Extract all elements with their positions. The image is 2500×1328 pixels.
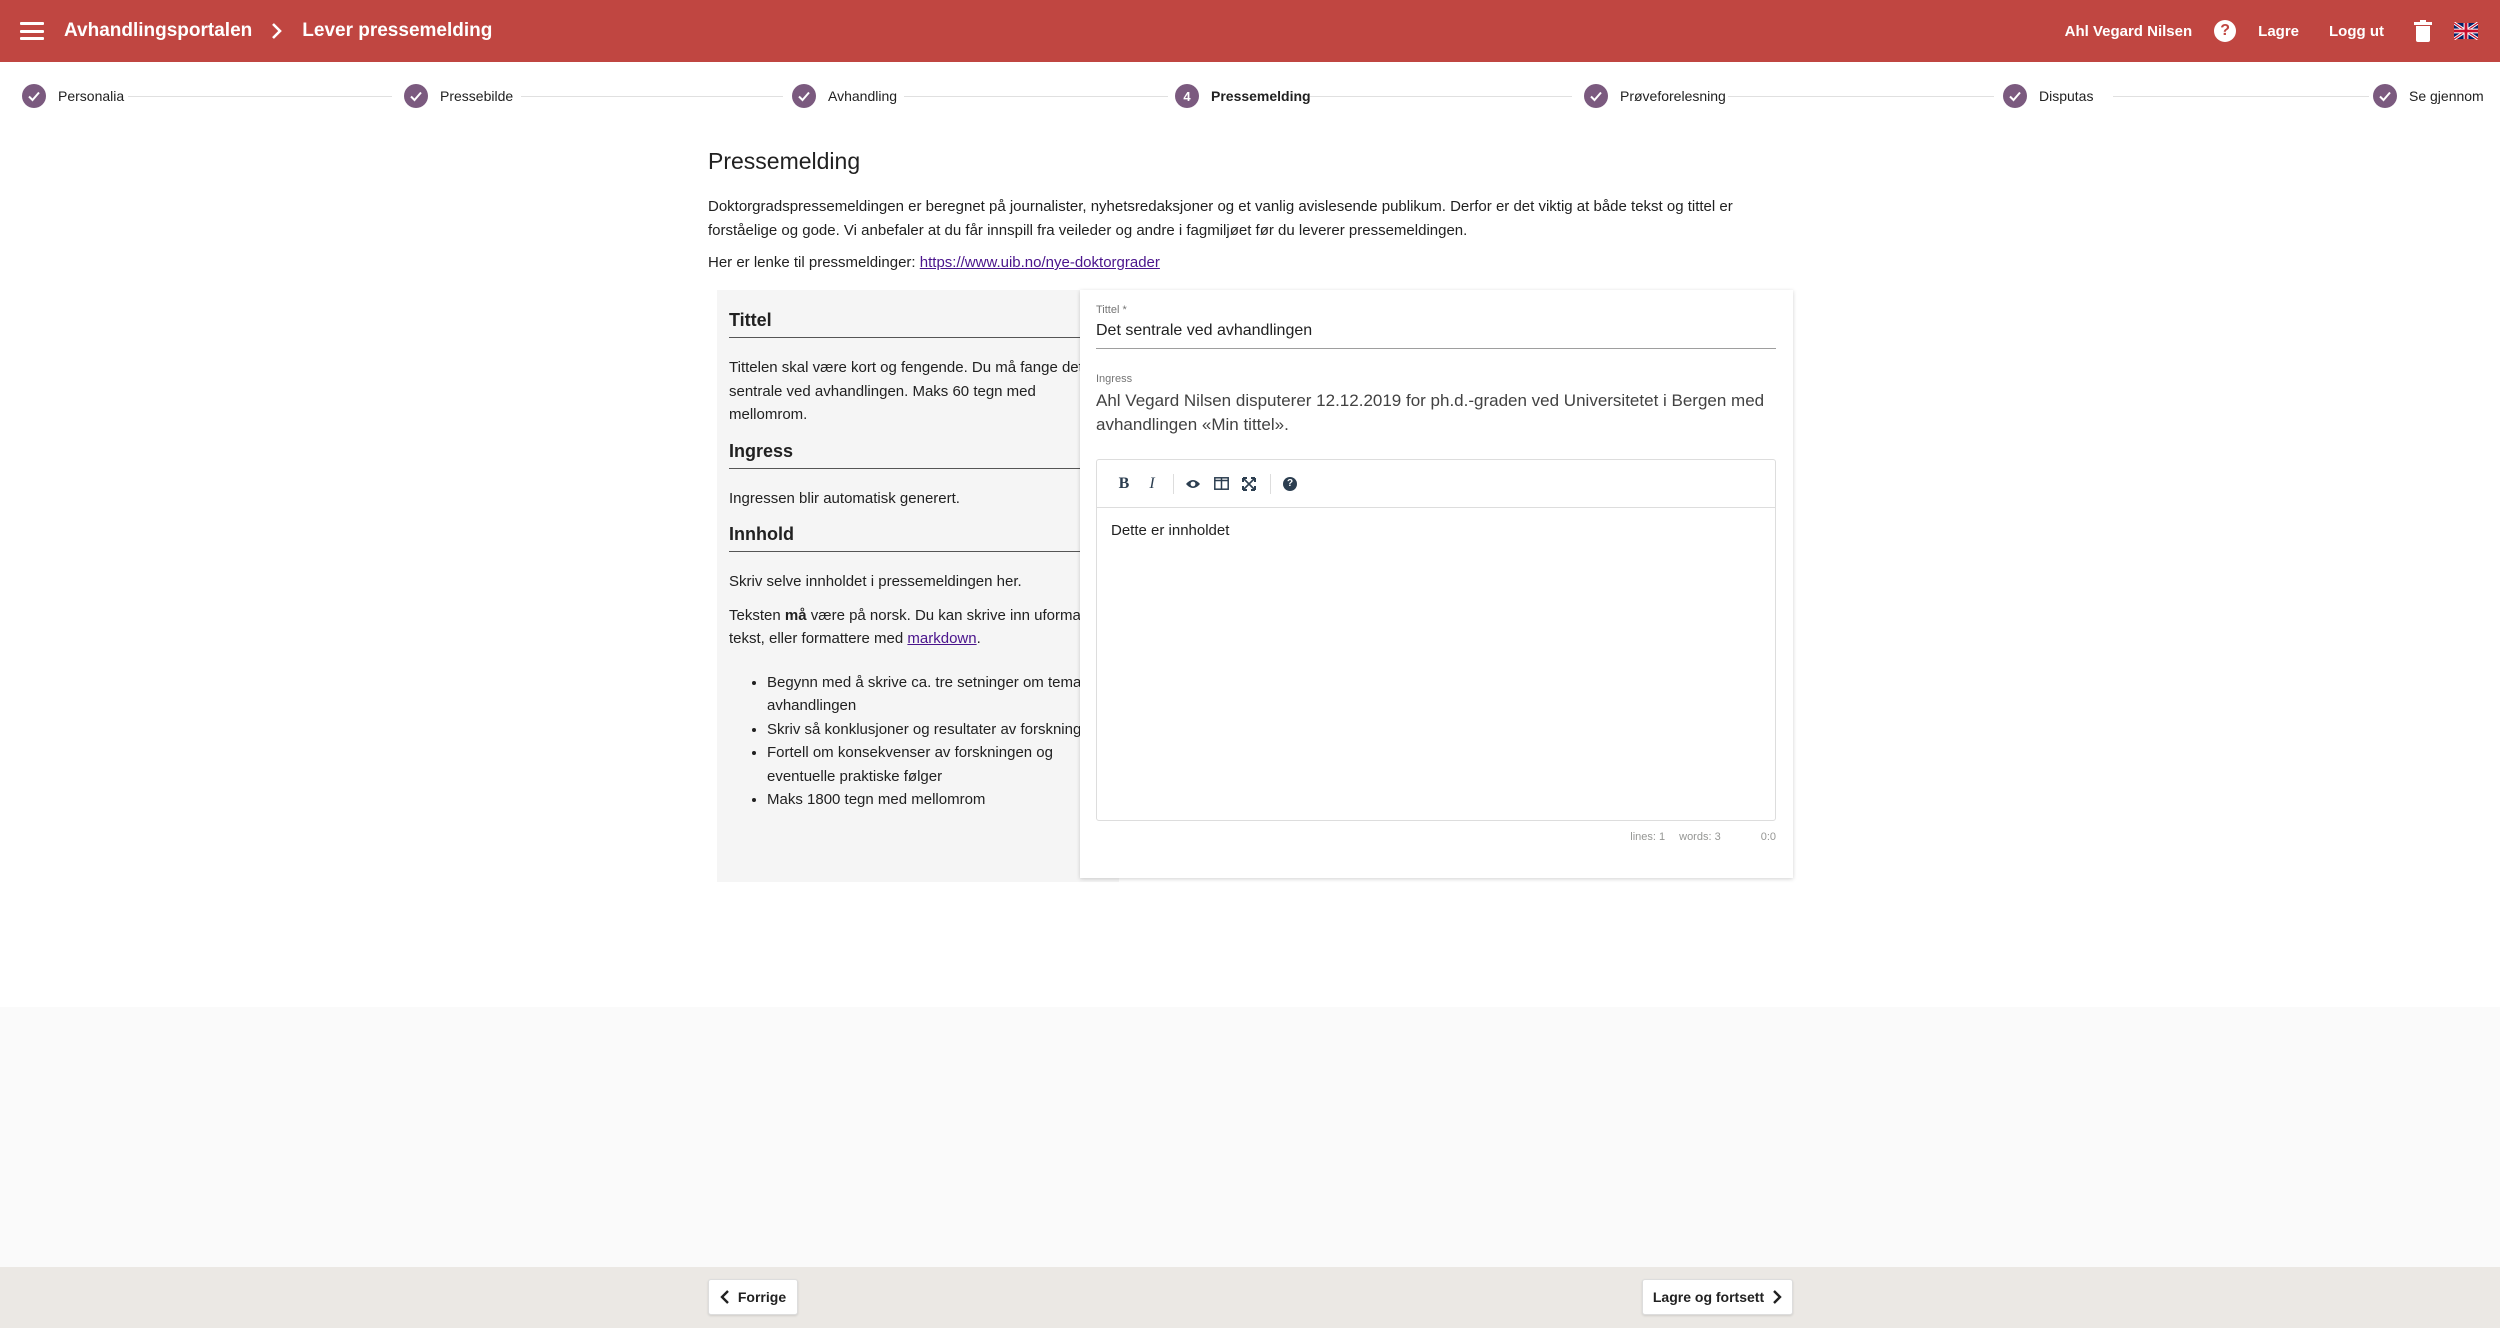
step-proveforelesning[interactable]: Prøveforelesning: [1584, 84, 1726, 108]
app-bar: Avhandlingsportalen Lever pressemelding …: [0, 0, 2500, 62]
step-label: Personalia: [58, 88, 125, 104]
step-label: Pressemelding: [1211, 88, 1311, 104]
italic-button[interactable]: I: [1139, 471, 1165, 497]
step-label: Disputas: [2039, 88, 2094, 104]
bold-button[interactable]: B: [1111, 471, 1137, 497]
lang-end: .: [976, 630, 981, 647]
check-icon: [2373, 84, 2397, 108]
page-background-area: [0, 1007, 2500, 1267]
help-text-ingress: Ingressen blir automatisk generert.: [729, 489, 960, 507]
chevron-right-icon: [1773, 1290, 1782, 1304]
fullscreen-icon: [1242, 476, 1256, 491]
step-connector: [904, 96, 1168, 97]
footer-bar: [0, 1267, 2500, 1328]
step-disputas[interactable]: Disputas: [2003, 84, 2093, 108]
columns-icon: [1213, 477, 1229, 490]
lines-count: lines: 1: [1630, 831, 1666, 843]
title-field-label: Tittel *: [1096, 304, 1127, 316]
link-prefix: Her er lenke til pressmeldinger:: [708, 254, 916, 271]
step-connector: [1728, 96, 1994, 97]
cursor-position: 0:0: [1760, 831, 1776, 843]
save-button[interactable]: Lagre: [2258, 23, 2299, 40]
help-bullet-list: Begynn med å skrive ca. tre setninger om…: [729, 671, 1107, 812]
preview-button[interactable]: [1180, 471, 1206, 497]
fullscreen-button[interactable]: [1236, 471, 1262, 497]
menu-icon[interactable]: [20, 22, 44, 40]
ingress-field-label: Ingress: [1096, 373, 1133, 385]
intro-text: Doktorgradspressemeldingen er beregnet p…: [708, 198, 1733, 239]
press-releases-link[interactable]: https://www.uib.no/nye-doktorgrader: [920, 254, 1160, 271]
list-item: Skriv så konklusjoner og resultater av f…: [767, 718, 1107, 742]
save-and-continue-button[interactable]: Lagre og fortsett: [1642, 1279, 1793, 1315]
eye-icon: [1186, 479, 1200, 488]
chevron-left-icon: [720, 1290, 729, 1304]
toolbar-separator: [1173, 473, 1174, 494]
help-text-language: Teksten må være på norsk. Du kan skrive …: [729, 604, 1107, 651]
editor-toolbar: B I ?: [1097, 460, 1775, 508]
side-by-side-button[interactable]: [1208, 471, 1234, 497]
previous-label: Forrige: [737, 1289, 787, 1305]
chevron-right-icon: [266, 20, 288, 42]
step-avhandling[interactable]: Avhandling: [792, 84, 897, 108]
step-personalia[interactable]: Personalia: [22, 84, 124, 108]
help-text-title: Tittelen skal være kort og fengende. Du …: [729, 359, 1083, 423]
step-label: Se gjennom: [2409, 88, 2484, 104]
words-count: words: 3: [1679, 831, 1721, 843]
page-title: Pressemelding: [708, 148, 861, 174]
lang-bold: må: [784, 606, 807, 624]
breadcrumb-page-name: Lever pressemelding: [302, 20, 493, 41]
title-input[interactable]: [1096, 316, 1776, 349]
list-item: Fortell om konsekvenser av forskningen o…: [767, 741, 1107, 788]
bold-glyph: B: [1118, 474, 1130, 492]
italic-glyph: I: [1149, 474, 1155, 492]
check-icon: [404, 84, 428, 108]
step-connector: [128, 96, 392, 97]
form-panel: Tittel * Ingress Ahl Vegard Nilsen dispu…: [1080, 290, 1793, 878]
help-text-content: Skriv selve innholdet i pressemeldingen …: [729, 573, 1022, 590]
uk-flag-icon[interactable]: [2454, 22, 2478, 40]
user-name: Ahl Vegard Nilsen: [2064, 22, 2193, 40]
check-icon: [792, 84, 816, 108]
lang-pre: Teksten: [729, 606, 785, 624]
check-icon: [2003, 84, 2027, 108]
editor-content[interactable]: Dette er innholdet: [1097, 508, 1775, 553]
ingress-text: Ahl Vegard Nilsen disputerer 12.12.2019 …: [1096, 391, 1765, 434]
logout-button[interactable]: Logg ut: [2329, 23, 2384, 40]
breadcrumb-app-name[interactable]: Avhandlingsportalen: [64, 20, 252, 42]
markdown-editor: B I ? Dette er innholdet: [1096, 459, 1776, 821]
step-se-gjennom[interactable]: Se gjennom: [2373, 84, 2484, 108]
press-release-card: Tittel Tittelen skal være kort og fengen…: [717, 290, 1793, 882]
step-label: Prøveforelesning: [1620, 88, 1726, 104]
step-label: Pressebilde: [440, 88, 514, 104]
help-icon[interactable]: ?: [2214, 20, 2237, 42]
step-pressebilde[interactable]: Pressebilde: [404, 84, 513, 108]
step-connector: [1310, 96, 1572, 97]
markdown-help-button[interactable]: ?: [1277, 471, 1303, 497]
step-pressemelding[interactable]: 4 Pressemelding: [1175, 84, 1311, 108]
help-heading-title: Tittel: [729, 310, 1107, 338]
question-circle-icon: ?: [1283, 476, 1297, 491]
press-link-line: Her er lenke til pressmeldinger: https:/…: [708, 254, 1793, 271]
help-heading-content: Innhold: [729, 524, 1107, 552]
previous-button[interactable]: Forrige: [708, 1279, 798, 1315]
check-icon: [22, 84, 46, 108]
trash-icon[interactable]: [2414, 20, 2432, 42]
help-panel: Tittel Tittelen skal være kort og fengen…: [717, 290, 1119, 882]
step-number: 4: [1175, 84, 1199, 108]
main-content: Pressemelding Doktorgradspressemeldingen…: [708, 148, 1793, 271]
editor-statusbar: lines: 1 words: 3 0:0: [1096, 831, 1776, 843]
list-item: Maks 1800 tegn med mellomrom: [767, 788, 1107, 812]
check-icon: [1584, 84, 1608, 108]
step-connector: [2113, 96, 2369, 97]
save-and-continue-label: Lagre og fortsett: [1652, 1289, 1765, 1305]
list-item: Begynn med å skrive ca. tre setninger om…: [767, 671, 1107, 718]
help-heading-ingress: Ingress: [729, 441, 1107, 469]
markdown-link[interactable]: markdown: [907, 630, 976, 647]
step-connector: [521, 96, 783, 97]
step-label: Avhandling: [828, 88, 898, 104]
toolbar-separator: [1270, 473, 1271, 494]
